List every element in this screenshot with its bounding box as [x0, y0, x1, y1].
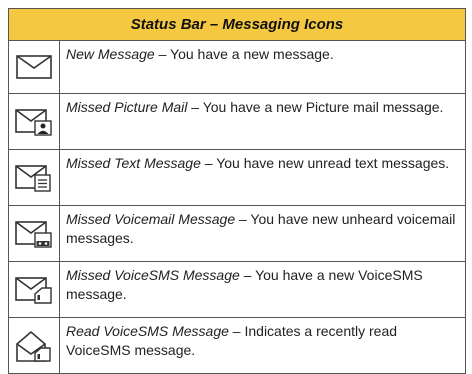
envelope-text-icon	[8, 149, 60, 206]
icon-name: Missed Picture Mail	[66, 99, 188, 115]
icon-name: New Message	[66, 46, 155, 62]
envelope-picture-icon	[8, 93, 60, 150]
icon-description: You have a new message.	[170, 46, 334, 62]
table-row: Missed Picture Mail – You have a new Pic…	[8, 93, 466, 150]
row-description: Missed Voicemail Message – You have new …	[59, 205, 466, 262]
row-description: Missed VoiceSMS Message – You have a new…	[59, 261, 466, 318]
row-description: Missed Picture Mail – You have a new Pic…	[59, 93, 466, 150]
row-description: Missed Text Message – You have new unrea…	[59, 149, 466, 206]
table-title: Status Bar – Messaging Icons	[8, 8, 466, 41]
icon-name: Missed VoiceSMS Message	[66, 267, 240, 283]
icon-name: Missed Text Message	[66, 155, 201, 171]
separator: –	[228, 323, 245, 339]
table-row: Missed Text Message – You have new unrea…	[8, 149, 466, 206]
icon-name: Missed Voicemail Message	[66, 211, 236, 227]
row-description: Read VoiceSMS Message – Indicates a rece…	[59, 317, 466, 374]
envelope-voicesms-icon	[8, 261, 60, 318]
messaging-icons-table: Status Bar – Messaging Icons New Message…	[8, 8, 466, 374]
separator: –	[154, 46, 171, 62]
row-description: New Message – You have a new message.	[59, 40, 466, 94]
envelope-voicemail-icon	[8, 205, 60, 262]
table-row: Read VoiceSMS Message – Indicates a rece…	[8, 317, 466, 374]
table-row: Missed VoiceSMS Message – You have a new…	[8, 261, 466, 318]
table-row: New Message – You have a new message.	[8, 40, 466, 94]
open-envelope-voicesms-icon	[8, 317, 60, 374]
icon-description: You have new unread text messages.	[216, 155, 450, 171]
table-row: Missed Voicemail Message – You have new …	[8, 205, 466, 262]
separator: –	[200, 155, 217, 171]
envelope-icon	[8, 40, 60, 94]
icon-name: Read VoiceSMS Message	[66, 323, 229, 339]
separator: –	[239, 267, 256, 283]
icon-description: You have a new Picture mail message.	[202, 99, 444, 115]
separator: –	[235, 211, 251, 227]
separator: –	[187, 99, 203, 115]
